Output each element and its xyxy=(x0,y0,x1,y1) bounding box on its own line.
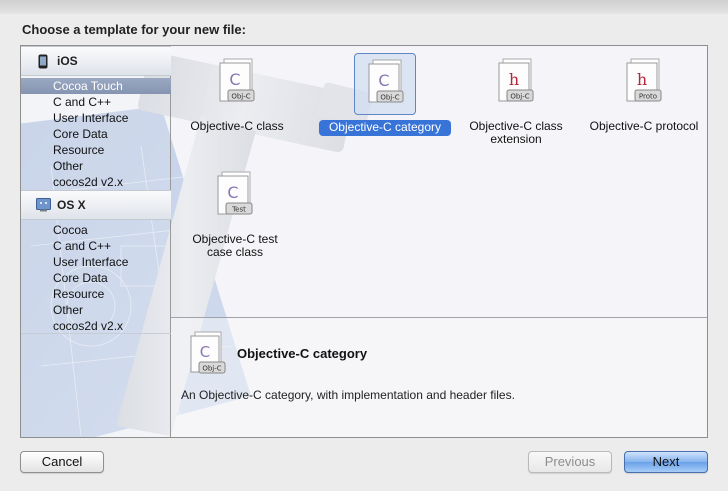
template-objc-test-case[interactable]: C Test Objective-C test case class xyxy=(185,159,285,269)
template-objc-class[interactable]: C Obj-C Objective-C class xyxy=(167,46,307,156)
template-objc-category[interactable]: C Obj-C Objective-C category xyxy=(315,46,455,156)
template-label: Objective-C class extension xyxy=(469,119,563,146)
tile-badge: Obj-C xyxy=(380,94,399,102)
sidebar-item-cocos2d[interactable]: cocos2d v2.x xyxy=(21,174,171,190)
objc-category-file-icon: C Obj-C xyxy=(185,330,229,378)
sidebar-item-cocoa[interactable]: Cocoa xyxy=(21,222,171,238)
tile-letter: C xyxy=(378,71,389,90)
finder-icon xyxy=(35,197,51,213)
tile-letter: h xyxy=(637,70,647,89)
window-title-strip xyxy=(0,0,728,14)
sidebar-item-resource[interactable]: Resource xyxy=(21,142,171,158)
sidebar-item-core-data[interactable]: Core Data xyxy=(21,270,171,286)
template-label: Objective-C category xyxy=(315,120,455,136)
objc-category-file-icon: C Obj-C xyxy=(354,53,416,115)
objc-class-file-icon: C Obj-C xyxy=(206,53,268,115)
tile-letter: C xyxy=(227,183,238,202)
detail-icon-badge: Obj-C xyxy=(202,365,221,373)
sidebar-group-ios: iOS xyxy=(21,46,171,76)
sidebar-item-cocoa-touch[interactable]: Cocoa Touch xyxy=(21,78,171,94)
template-objc-class-extension[interactable]: h Obj-C Objective-C class extension xyxy=(446,46,586,156)
detail-title: Objective-C category xyxy=(237,346,368,361)
tile-badge: Obj-C xyxy=(231,93,250,101)
sidebar-group-osx: OS X xyxy=(21,190,171,220)
sidebar-item-user-interface[interactable]: User Interface xyxy=(21,254,171,270)
objc-extension-file-icon: h Obj-C xyxy=(485,53,547,115)
cancel-button[interactable]: Cancel xyxy=(20,451,104,473)
sidebar-group-label: iOS xyxy=(57,54,78,68)
dialog-prompt: Choose a template for your new file: xyxy=(22,22,246,37)
sidebar-item-user-interface[interactable]: User Interface xyxy=(21,110,171,126)
sidebar-item-core-data[interactable]: Core Data xyxy=(21,126,171,142)
detail-icon-letter: C xyxy=(200,343,210,361)
sidebar-item-c-and-cpp[interactable]: C and C++ xyxy=(21,238,171,254)
next-button[interactable]: Next xyxy=(624,451,708,473)
tile-badge: Test xyxy=(231,206,246,214)
template-chooser-panel: iOS Cocoa Touch C and C++ User Interface… xyxy=(20,45,708,438)
tile-badge: Obj-C xyxy=(510,93,529,101)
sidebar-item-cocos2d[interactable]: cocos2d v2.x xyxy=(21,318,171,334)
sidebar-item-other[interactable]: Other xyxy=(21,302,171,318)
tile-letter: h xyxy=(509,70,519,89)
template-grid: C Obj-C Objective-C class C Obj-C Object… xyxy=(171,46,707,317)
previous-button[interactable]: Previous xyxy=(528,451,612,473)
sidebar-divider xyxy=(21,333,171,334)
sidebar-item-resource[interactable]: Resource xyxy=(21,286,171,302)
sidebar-item-c-and-cpp[interactable]: C and C++ xyxy=(21,94,171,110)
template-objc-protocol[interactable]: h Proto Objective-C protocol xyxy=(574,46,707,156)
template-label: Objective-C test case class xyxy=(192,232,278,259)
sidebar-item-other[interactable]: Other xyxy=(21,158,171,174)
sidebar-group-label: OS X xyxy=(57,198,86,212)
template-category-sidebar: iOS Cocoa Touch C and C++ User Interface… xyxy=(21,46,171,437)
template-detail-pane: C Obj-C Objective-C category An Objectiv… xyxy=(171,317,707,437)
detail-description: An Objective-C category, with implementa… xyxy=(181,388,515,402)
template-label: Objective-C protocol xyxy=(589,119,699,133)
objc-test-file-icon: C Test xyxy=(204,166,266,228)
tile-letter: C xyxy=(229,70,240,89)
iphone-icon xyxy=(35,53,51,69)
objc-protocol-file-icon: h Proto xyxy=(613,53,675,115)
tile-badge: Proto xyxy=(639,93,657,101)
template-label: Objective-C class xyxy=(190,119,284,133)
